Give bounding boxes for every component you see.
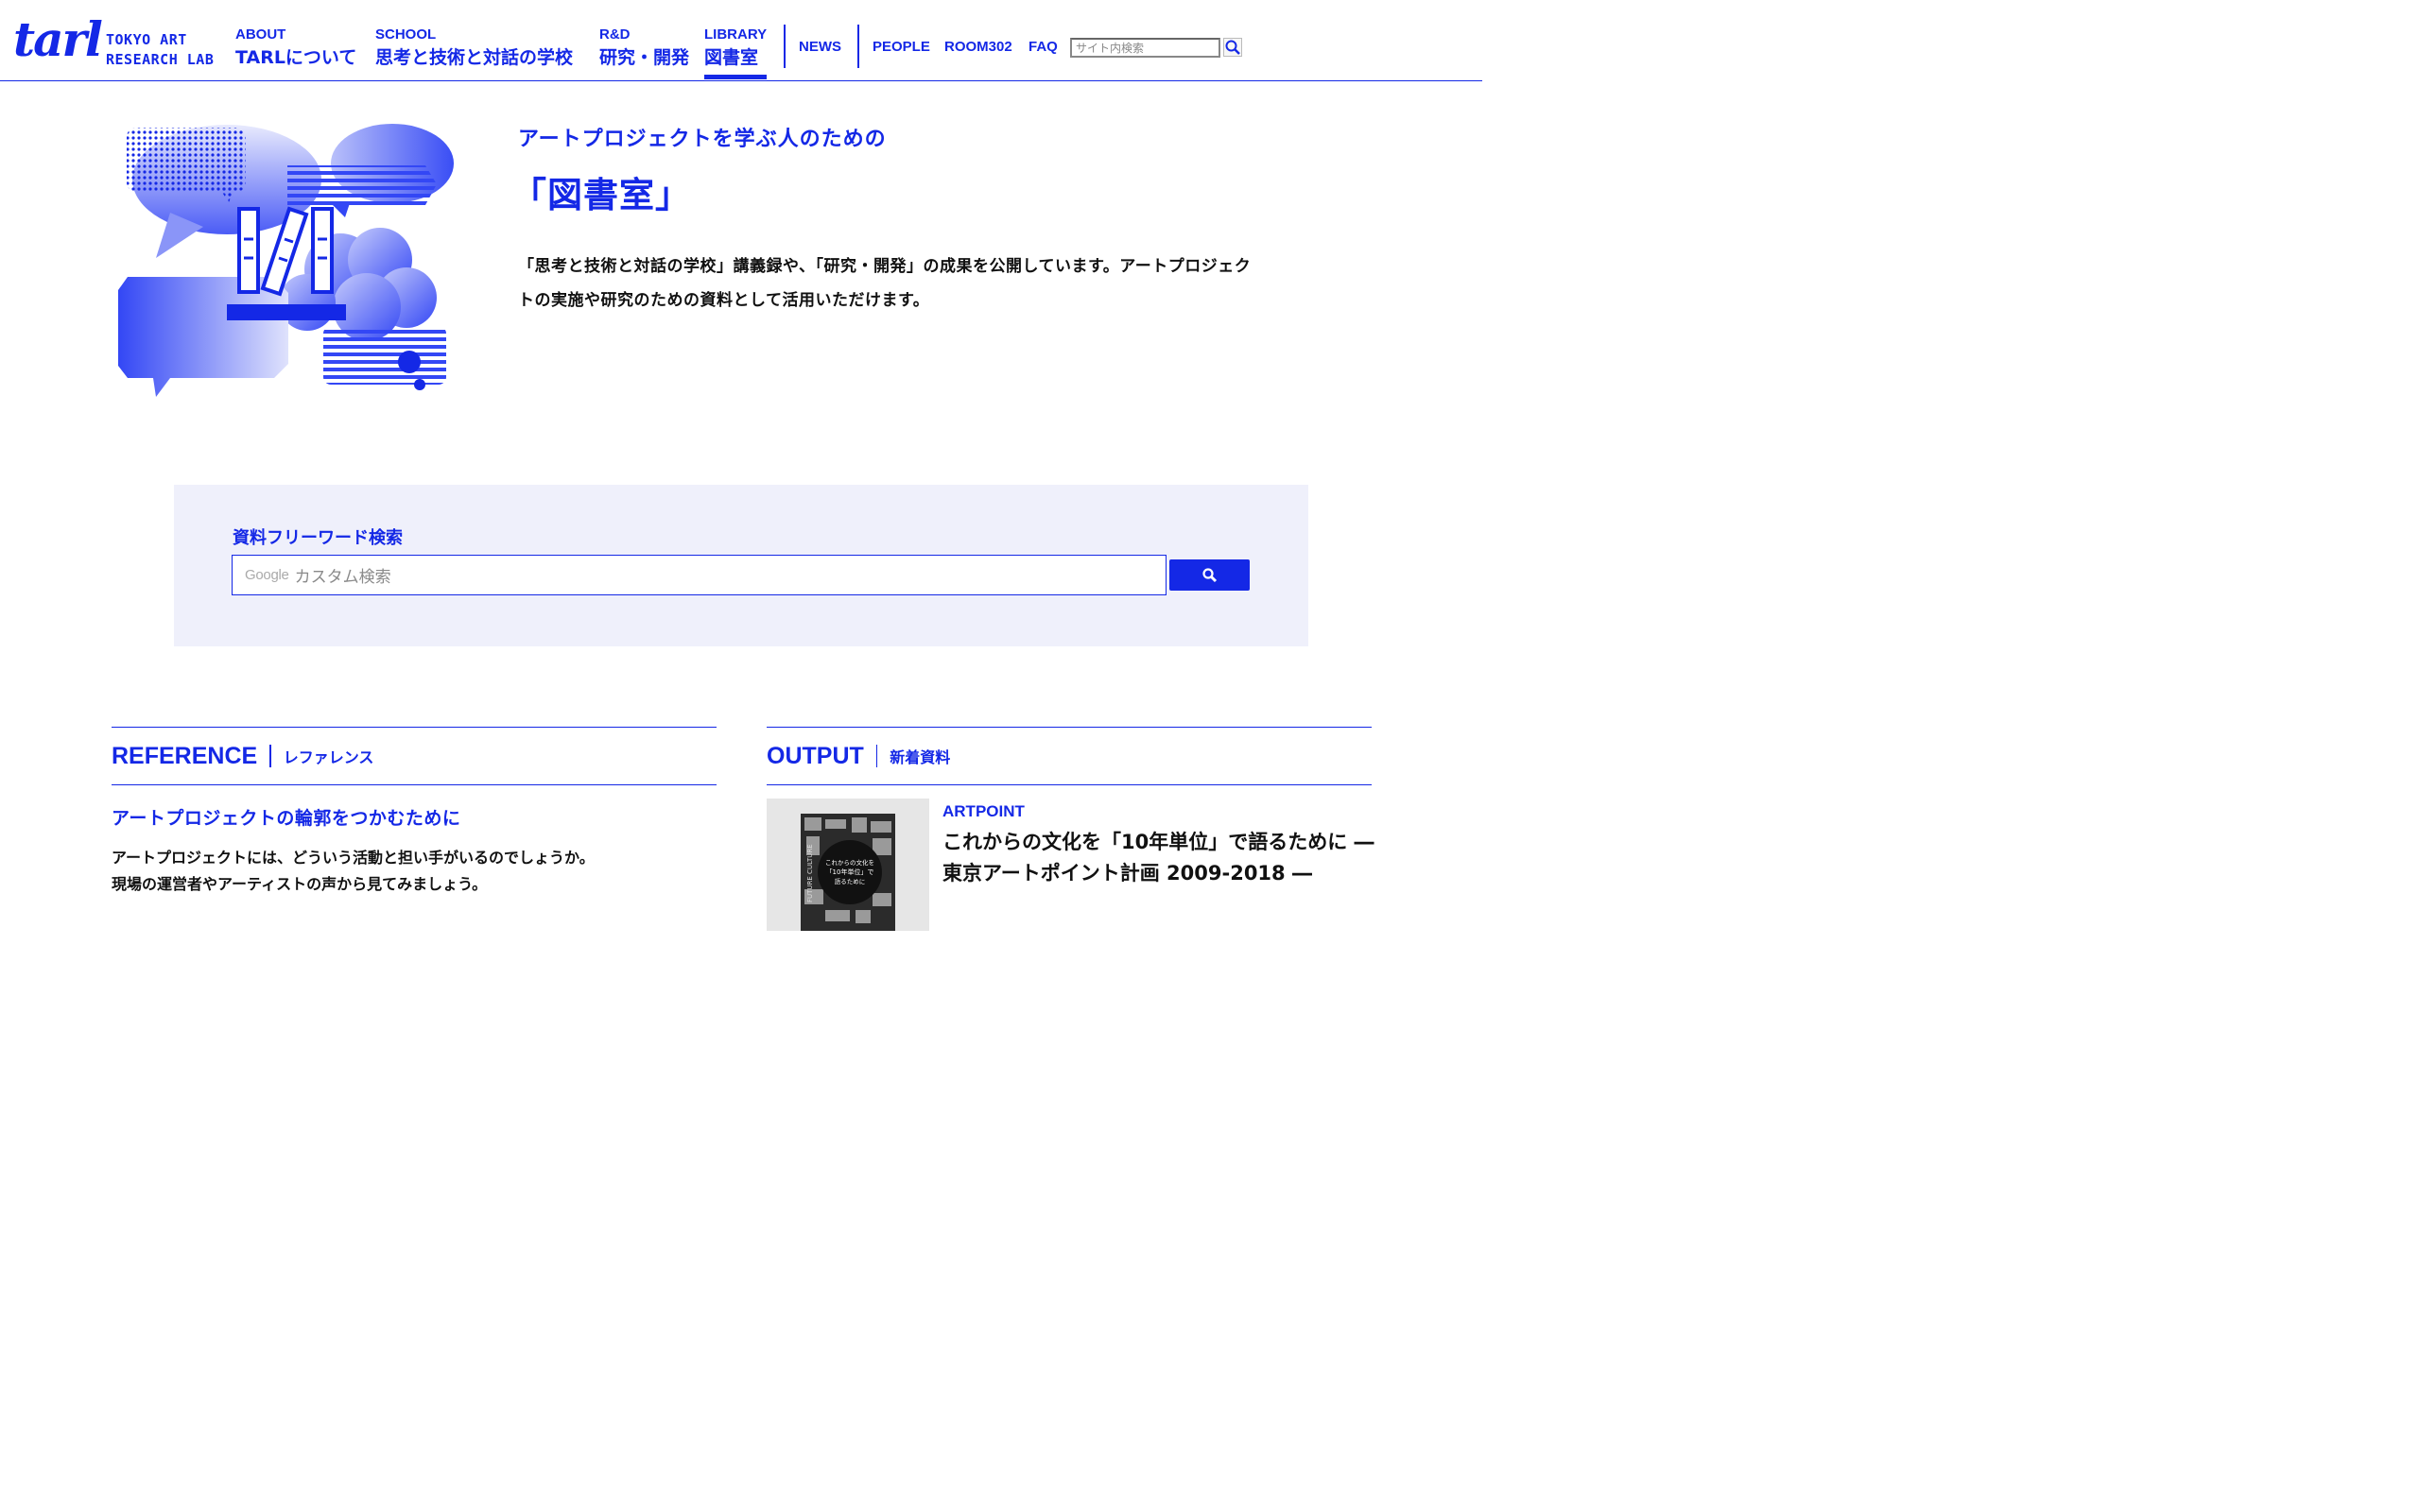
nav-rnd[interactable]: R&D 研究・開発 (599, 26, 689, 70)
site-search-button[interactable] (1223, 38, 1242, 57)
google-logo: Google (245, 567, 289, 583)
reference-heading: REFERENCE レファレンス (112, 727, 717, 785)
nav-faq[interactable]: FAQ (1028, 39, 1058, 55)
nav-school[interactable]: SCHOOL 思考と技術と対話の学校 (375, 26, 573, 70)
output-item-category: ARTPOINT (942, 802, 1025, 820)
svg-text:「10年単位」で: 「10年単位」で (826, 868, 874, 876)
site-search-input[interactable]: サイト内検索 (1070, 38, 1220, 58)
book-cover-image: これからの文化を 「10年単位」で 語るために FUTURE CULTURE (801, 814, 895, 931)
magnifier-icon (1225, 40, 1240, 55)
hero-subtitle: アートプロジェクトを学ぶ人のための (518, 128, 887, 151)
library-search-button[interactable] (1169, 559, 1250, 591)
svg-text:語るために: 語るために (835, 877, 866, 885)
output-heading-en: OUTPUT (767, 742, 864, 769)
speech-bubbles-books-illustration (118, 124, 454, 397)
reference-heading-en: REFERENCE (112, 742, 258, 769)
reference-item-text: アートプロジェクトには、どういう活動と担い手がいるのでしょうか。 現場の運営者や… (112, 849, 595, 893)
nav-people[interactable]: PEOPLE (873, 39, 930, 55)
nav-about[interactable]: ABOUT TARLについて (235, 26, 356, 70)
hero-description: 「思考と技術と対話の学校」講義録や、「研究・開発」の成果を公開しています。アート… (518, 257, 1252, 310)
nav-room302[interactable]: ROOM302 (944, 39, 1012, 55)
heading-divider (269, 745, 271, 767)
nav-news[interactable]: NEWS (799, 39, 841, 55)
library-illustration (113, 118, 463, 402)
page-title: 「図書室」 (511, 175, 691, 215)
logo-text: TOKYO ART RESEARCH LAB (106, 31, 215, 68)
library-search-panel: 資料フリーワード検索 Google カスタム検索 (174, 485, 1308, 646)
output-heading: OUTPUT 新着資料 (767, 727, 1372, 785)
library-search-placeholder: カスタム検索 (294, 568, 391, 587)
svg-text:FUTURE CULTURE: FUTURE CULTURE (806, 844, 814, 902)
reference-heading-ja: レファレンス (283, 748, 374, 766)
library-search-label: 資料フリーワード検索 (233, 528, 403, 548)
reference-section: REFERENCE レファレンス アートプロジェクトの輪郭をつかむために アート… (112, 727, 717, 893)
output-item-thumbnail[interactable]: これからの文化を 「10年単位」で 語るために FUTURE CULTURE (767, 799, 929, 931)
logo-mark: tarl (13, 11, 103, 67)
site-logo[interactable]: tarl TOKYO ART RESEARCH LAB (13, 13, 221, 70)
nav-divider (784, 25, 786, 68)
nav-divider (857, 25, 859, 68)
output-heading-ja: 新着資料 (890, 748, 951, 766)
nav-library[interactable]: LIBRARY 図書室 (704, 26, 768, 79)
search-icon (1201, 567, 1217, 582)
library-search-input[interactable]: Google カスタム検索 (232, 555, 1167, 595)
reference-item-title[interactable]: アートプロジェクトの輪郭をつかむために (112, 804, 460, 830)
site-header: tarl TOKYO ART RESEARCH LAB ABOUT TARLにつ… (0, 0, 1482, 81)
svg-text:これからの文化を: これからの文化を (825, 858, 874, 867)
output-section: OUTPUT 新着資料 これからの文化を 「10年単位」で 語るために FUTU… (767, 727, 1374, 931)
output-item-title[interactable]: これからの文化を「10年単位」で語るために ― 東京アートポイント計画 2009… (942, 827, 1377, 889)
heading-divider (875, 745, 878, 767)
